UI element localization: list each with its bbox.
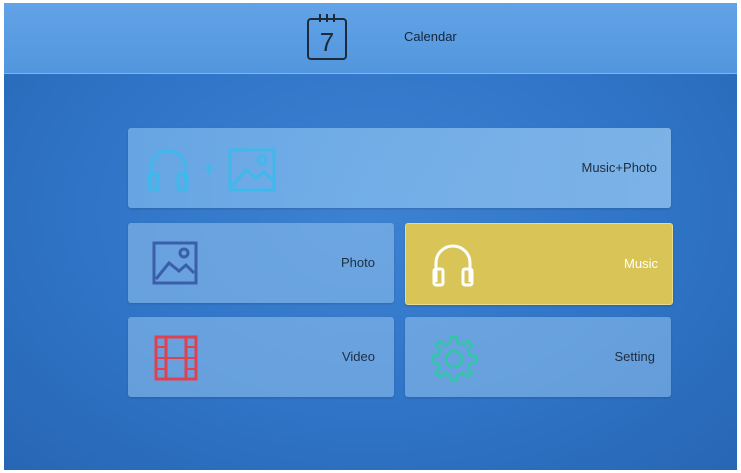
film-icon — [154, 335, 198, 381]
screen: 7 Calendar Music+Photo Photo Music Video… — [4, 3, 737, 470]
headphones-icon — [147, 149, 189, 192]
setting-tile[interactable]: Setting — [405, 317, 671, 397]
header-title[interactable]: Calendar — [404, 29, 457, 44]
video-label: Video — [341, 349, 375, 364]
image-icon — [152, 241, 198, 285]
music-photo-label: Music+Photo — [581, 160, 657, 175]
image-icon — [228, 148, 276, 192]
music-photo-tile[interactable]: Music+Photo — [128, 128, 671, 208]
music-label: Music — [624, 256, 658, 271]
music-tile[interactable]: Music — [405, 223, 673, 305]
headphones-icon — [432, 244, 474, 287]
setting-label: Setting — [614, 349, 655, 364]
header-bar: 7 Calendar — [4, 3, 737, 74]
gear-icon — [431, 335, 477, 381]
photo-label: Photo — [341, 255, 375, 270]
photo-tile[interactable]: Photo — [128, 223, 394, 303]
video-tile[interactable]: Video — [128, 317, 394, 397]
plus-icon — [203, 163, 215, 175]
calendar-day-number: 7 — [319, 27, 335, 57]
